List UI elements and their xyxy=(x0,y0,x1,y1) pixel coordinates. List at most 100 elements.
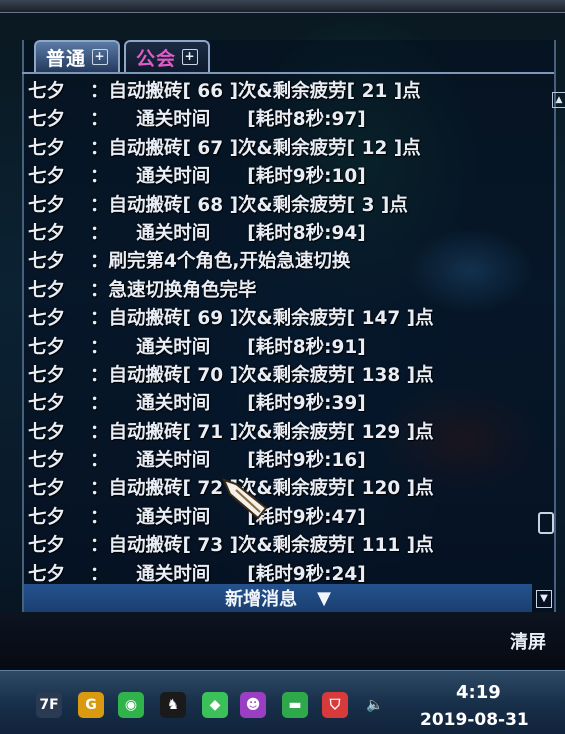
chat-message: 七夕 ：自动搬砖[ 69 ]次&剩余疲劳[ 147 ]点 xyxy=(28,305,528,333)
chat-message: 七夕 ： 通关时间 [耗时8秒:94] xyxy=(28,220,528,248)
chat-message: 七夕 ：自动搬砖[ 72 ]次&剩余疲劳[ 120 ]点 xyxy=(28,475,528,503)
message-separator: ： xyxy=(90,563,100,583)
message-separator: ： xyxy=(90,364,109,386)
chat-tabs: 普通 + 公会 + xyxy=(34,40,211,72)
message-text: 自动搬砖[ 68 ]次&剩余疲劳[ 3 ]点 xyxy=(108,194,408,216)
message-text: 通关时间 [耗时8秒:94] xyxy=(99,222,366,244)
chat-message: 七夕 ：自动搬砖[ 68 ]次&剩余疲劳[ 3 ]点 xyxy=(28,192,528,220)
message-sender: 七夕 xyxy=(28,364,66,386)
message-separator: ： xyxy=(90,251,109,273)
app-shield-icon[interactable]: ⛉ xyxy=(322,692,348,718)
wechat-icon[interactable]: ◉ xyxy=(118,692,144,718)
tab-divider xyxy=(22,72,554,74)
message-sender: 七夕 xyxy=(28,81,66,102)
message-separator: ： xyxy=(90,478,109,500)
chat-message: 七夕 ： 通关时间 [耗时8秒:91] xyxy=(28,334,528,362)
app-purple-icon[interactable]: ☻ xyxy=(240,692,266,718)
chat-message: 七夕 ：自动搬砖[ 66 ]次&剩余疲劳[ 21 ]点 xyxy=(28,78,528,106)
message-text: 自动搬砖[ 66 ]次&剩余疲劳[ 21 ]点 xyxy=(108,81,421,102)
message-separator: ： xyxy=(90,166,100,188)
app-7f-icon[interactable]: 7F xyxy=(36,692,62,718)
app-g-icon[interactable]: G xyxy=(78,692,104,718)
message-separator: ： xyxy=(90,336,100,358)
message-separator: ： xyxy=(90,535,109,557)
tab-guild-label: 公会 xyxy=(136,47,177,70)
message-sender: 七夕 xyxy=(28,222,66,244)
scroll-up-arrow-icon[interactable]: ▲ xyxy=(552,92,565,108)
message-text: 自动搬砖[ 71 ]次&剩余疲劳[ 129 ]点 xyxy=(108,421,434,443)
message-sender: 七夕 xyxy=(28,393,66,415)
app-box-icon[interactable]: ▬ xyxy=(282,692,308,718)
message-sender: 七夕 xyxy=(28,308,66,330)
message-sender: 七夕 xyxy=(28,109,66,131)
clock-time[interactable]: 4:19 xyxy=(456,682,501,703)
chat-message: 七夕 ： 通关时间 [耗时9秒:24] xyxy=(28,561,528,583)
chevron-down-icon: ▼ xyxy=(317,587,331,609)
message-sender: 七夕 xyxy=(28,137,66,159)
message-text: 刷完第4个角色,开始急速切换 xyxy=(108,251,351,273)
message-separator: ： xyxy=(90,421,109,443)
message-text: 急速切换角色完毕 xyxy=(108,279,257,301)
message-sender: 七夕 xyxy=(28,478,66,500)
volume-icon[interactable]: 🔈 xyxy=(362,692,388,718)
message-separator: ： xyxy=(90,506,100,528)
chat-message: 七夕 ：自动搬砖[ 71 ]次&剩余疲劳[ 129 ]点 xyxy=(28,419,528,447)
mouse-cursor-icon xyxy=(222,478,268,520)
chat-message: 七夕： 通关时间 [耗时9秒:47] xyxy=(28,504,528,532)
message-text: 自动搬砖[ 70 ]次&剩余疲劳[ 138 ]点 xyxy=(108,364,434,386)
chat-footer xyxy=(0,612,565,670)
message-separator: ： xyxy=(90,137,109,159)
chat-message: 七夕 ： 通关时间 [耗时9秒:39] xyxy=(28,390,528,418)
message-text: 自动搬砖[ 73 ]次&剩余疲劳[ 111 ]点 xyxy=(108,535,434,557)
app-green-icon[interactable]: ◆ xyxy=(202,692,228,718)
message-sender: 七夕 xyxy=(28,421,66,443)
message-sender: 七夕 xyxy=(28,450,66,472)
message-sender: 七夕 xyxy=(28,563,66,583)
plus-icon[interactable]: + xyxy=(92,49,109,65)
message-sender: 七夕 xyxy=(28,194,66,216)
message-text: 通关时间 [耗时9秒:16] xyxy=(99,450,366,472)
window-top-bar xyxy=(0,0,565,13)
message-text: 通关时间 [耗时8秒:97] xyxy=(99,109,366,131)
message-sender: 七夕 xyxy=(28,535,66,557)
tab-normal-label: 普通 xyxy=(46,47,87,70)
message-separator: ： xyxy=(90,109,100,131)
tab-guild[interactable]: 公会 + xyxy=(124,40,211,72)
message-sender: 七夕 xyxy=(28,251,66,273)
message-text: 自动搬砖[ 69 ]次&剩余疲劳[ 147 ]点 xyxy=(108,308,434,330)
message-separator: ： xyxy=(90,393,100,415)
chat-message: 七夕 ：自动搬砖[ 67 ]次&剩余疲劳[ 12 ]点 xyxy=(28,135,528,163)
message-separator: ： xyxy=(90,194,109,216)
message-sender: 七夕 xyxy=(28,336,66,358)
message-sender: 七夕 xyxy=(28,506,66,528)
message-sender: 七夕 xyxy=(28,279,66,301)
message-text: 通关时间 [耗时8秒:91] xyxy=(99,336,366,358)
message-list: 七夕 ：自动搬砖[ 66 ]次&剩余疲劳[ 21 ]点 七夕： 通关时间 [耗时8秒… xyxy=(28,78,528,583)
message-separator: ： xyxy=(90,222,100,244)
clock-date[interactable]: 2019-08-31 xyxy=(420,710,529,730)
tab-normal[interactable]: 普通 + xyxy=(34,40,121,72)
message-separator: ： xyxy=(90,308,109,330)
message-text: 自动搬砖[ 67 ]次&剩余疲劳[ 12 ]点 xyxy=(108,137,421,159)
scroll-down-arrow-icon[interactable]: ▼ xyxy=(536,590,552,608)
chat-message: 七夕 ： 通关时间 [耗时8秒:97] xyxy=(28,106,528,134)
chat-message: 七夕 ： 通关时间 [耗时9秒:16] xyxy=(28,447,528,475)
plus-icon[interactable]: + xyxy=(182,49,199,65)
chat-message: 七夕 ：刷完第4个角色,开始急速切换 xyxy=(28,248,528,276)
message-sender: 七夕 xyxy=(28,166,66,188)
chat-message: 七夕 ：急速切换角色完毕 xyxy=(28,277,528,305)
new-messages-bar[interactable]: 新增消息 ▼ xyxy=(24,584,532,612)
scrollbar-thumb[interactable] xyxy=(538,512,554,534)
message-separator: ： xyxy=(90,279,109,301)
chat-message: 七夕 ： 通关时间 [耗时9秒:10] xyxy=(28,163,528,191)
clear-screen-button[interactable]: 清屏 xyxy=(510,628,546,654)
message-text: 通关时间 [耗时9秒:24] xyxy=(99,563,366,583)
qq-icon[interactable]: ♞ xyxy=(160,692,186,718)
chat-message: 七夕 ：自动搬砖[ 70 ]次&剩余疲劳[ 138 ]点 xyxy=(28,362,528,390)
message-text: 通关时间 [耗时9秒:10] xyxy=(99,166,366,188)
new-messages-label: 新增消息 xyxy=(225,589,298,610)
message-text: 通关时间 [耗时9秒:39] xyxy=(99,393,366,415)
message-separator: ： xyxy=(90,450,100,472)
message-separator: ： xyxy=(90,81,109,102)
chat-message: 七夕 ：自动搬砖[ 73 ]次&剩余疲劳[ 111 ]点 xyxy=(28,532,528,560)
